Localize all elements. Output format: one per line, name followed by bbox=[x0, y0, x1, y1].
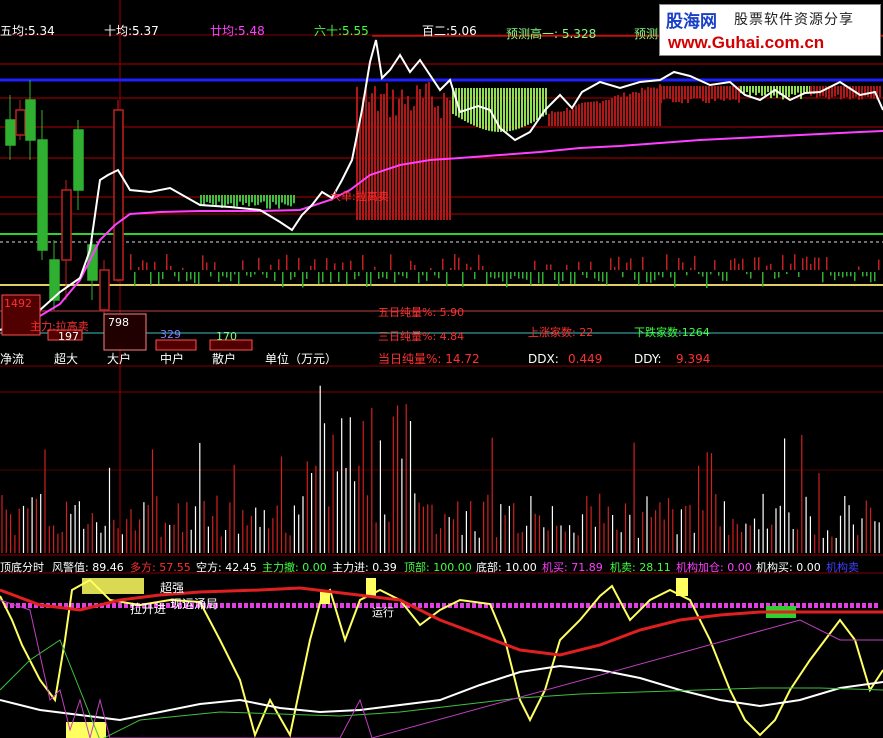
annotation-super-strong: 超强 bbox=[160, 580, 184, 595]
ma5-label: 五均:5.34 bbox=[0, 24, 55, 38]
indicator-item: 机买: 71.89 bbox=[542, 560, 603, 574]
chart-background bbox=[0, 0, 883, 738]
predict-high-label: 预测高一: 5.328 bbox=[506, 26, 596, 41]
indicator-item: 顶部: 100.00 bbox=[404, 560, 472, 574]
medium-value: 329 bbox=[160, 328, 181, 341]
watermark-slogan: 股票软件资源分享 bbox=[734, 12, 854, 28]
ddx-value: 0.449 bbox=[568, 352, 602, 366]
ddx-label: DDX: bbox=[528, 352, 559, 366]
annotation-running: 运行 bbox=[372, 606, 394, 619]
small-value: 170 bbox=[216, 330, 237, 343]
indicator-item: 主力撤: 0.00 bbox=[262, 560, 327, 574]
predict-label-partial: 预测 bbox=[634, 27, 658, 41]
ddy-label: DDY: bbox=[634, 352, 662, 366]
watermark-logo: 股海网 bbox=[666, 12, 717, 32]
flow-label-large: 大户 bbox=[107, 351, 131, 366]
indicator-item: 多方: 57.55 bbox=[130, 560, 191, 574]
indicator-item: 机构卖 bbox=[826, 560, 859, 574]
chart-canvas[interactable]: 五均:5.34 十均:5.37 廿均:5.48 六十:5.55 百二:5.06 … bbox=[0, 0, 883, 738]
indicator-item: 机构买: 0.00 bbox=[756, 560, 821, 574]
stat-today: 当日纯量%: 14.72 bbox=[378, 352, 480, 366]
large-value: 798 bbox=[108, 316, 129, 329]
ddy-value: 9.394 bbox=[676, 352, 710, 366]
indicator-item: 机卖: 28.11 bbox=[610, 560, 671, 574]
big-order-annotation: 大单:拉高卖 bbox=[330, 189, 389, 203]
ma20-label: 廿均:5.48 bbox=[210, 24, 265, 38]
flow-label-unit: 单位（万元） bbox=[265, 351, 337, 366]
flow-label-net: 净流 bbox=[0, 352, 24, 366]
ma120-label: 百二:5.06 bbox=[422, 24, 477, 38]
annotation-pull-up: 拉升进 bbox=[130, 601, 166, 616]
indicator-item: 顶底分时 bbox=[0, 560, 44, 574]
watermark-banner[interactable]: 股海网 股票软件资源分享 www.Guhai.com.cn bbox=[659, 4, 881, 56]
indicator-item: 风警值: 89.46 bbox=[52, 560, 124, 574]
flow-label-super: 超大 bbox=[54, 351, 78, 366]
net-flow-value: 1492 bbox=[4, 297, 32, 310]
indicator-item: 底部: 10.00 bbox=[476, 560, 537, 574]
annotation-run: 现运涌局 bbox=[170, 597, 218, 611]
stat-down-count: 下跌家数:1264 bbox=[634, 325, 710, 339]
ma60-label: 六十:5.55 bbox=[314, 24, 369, 38]
indicator-item: 空方: 42.45 bbox=[196, 560, 257, 574]
main-force-annotation: 主力:拉高卖 bbox=[30, 319, 89, 333]
flow-label-medium: 中户 bbox=[160, 351, 184, 366]
indicator-item: 主力进: 0.39 bbox=[332, 561, 397, 574]
watermark-url[interactable]: www.Guhai.com.cn bbox=[668, 33, 824, 53]
flow-label-small: 散户 bbox=[212, 351, 236, 366]
ma10-label: 十均:5.37 bbox=[104, 24, 159, 38]
stat-3day: 三日纯量%: 4.84 bbox=[378, 330, 464, 343]
stat-5day: 五日纯量%: 5.90 bbox=[378, 306, 464, 319]
indicator-item: 机构加仓: 0.00 bbox=[676, 560, 752, 574]
stat-up-count: 上涨家数: 22 bbox=[528, 325, 593, 339]
